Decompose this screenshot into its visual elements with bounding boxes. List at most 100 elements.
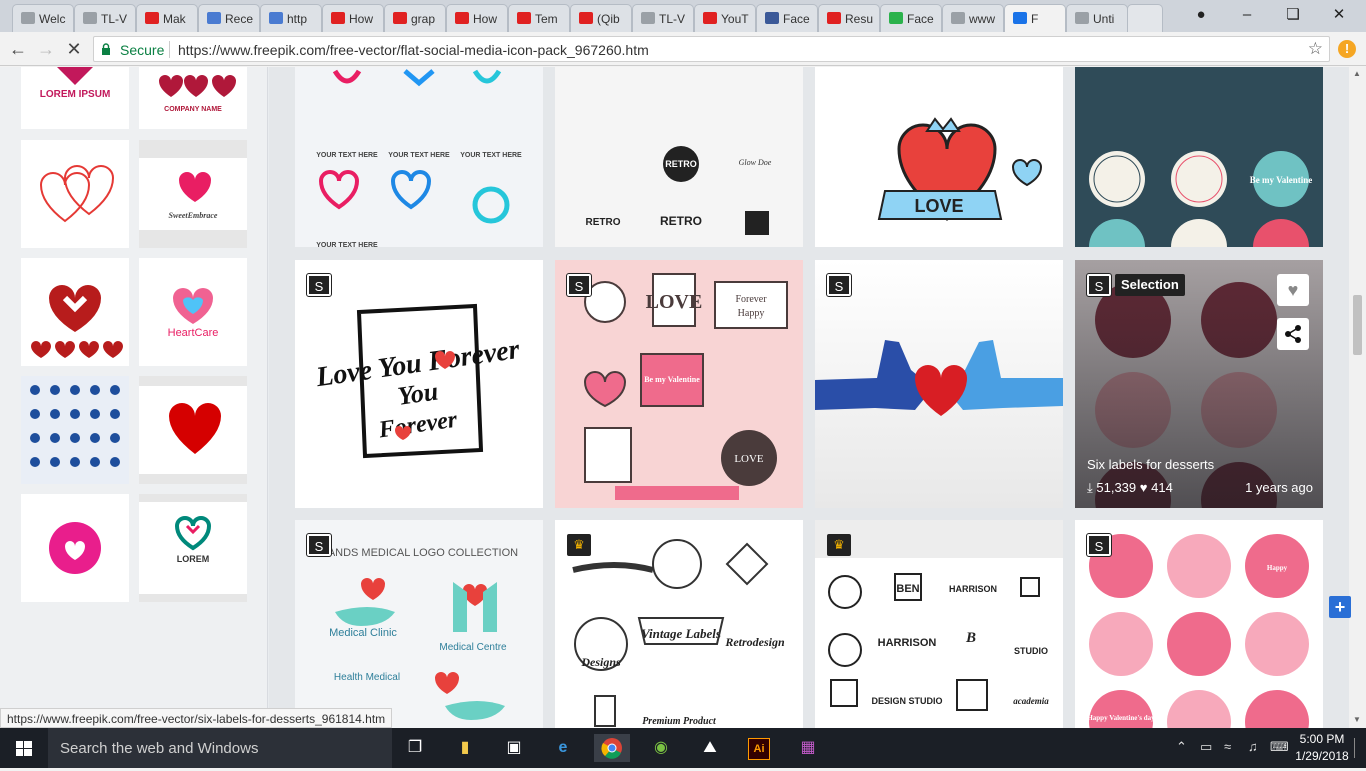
thumb-outline-hearts[interactable] [21, 140, 129, 248]
taskbar-search[interactable]: Search the web and Windows [48, 728, 392, 768]
browser-tab[interactable]: Unti [1066, 4, 1128, 32]
tab-label: TL-V [101, 12, 128, 26]
selection-badge-icon: S [566, 273, 592, 297]
battery-icon[interactable]: ▭ [1200, 739, 1212, 755]
tray-up-arrow-icon[interactable]: ⌃ [1176, 739, 1187, 755]
add-to-collection-button[interactable]: + [1329, 596, 1351, 618]
browser-tab[interactable]: grap [384, 4, 446, 32]
browser-tab[interactable]: (Qib [570, 4, 632, 32]
tab-label: Face [783, 12, 810, 26]
browser-tab[interactable]: YouT [694, 4, 756, 32]
tab-label: F [1031, 12, 1039, 26]
browser-tab[interactable]: TL-V [632, 4, 694, 32]
thumb-company-hearts[interactable]: COMPANY NAME [139, 67, 247, 129]
task-view-icon[interactable]: ❐ [397, 734, 433, 762]
tab-label: http [287, 12, 308, 26]
keyboard-icon[interactable]: ⌨ [1270, 739, 1289, 755]
card-love-heart[interactable]: LOVE [815, 67, 1063, 247]
thumb-icon-grid[interactable] [21, 376, 129, 484]
user-icon[interactable]: ● [1178, 0, 1224, 30]
thumb-lorem-logo[interactable]: LOREM [139, 494, 247, 602]
card-caption: Be my Valentine [644, 375, 700, 384]
share-button[interactable] [1277, 318, 1309, 350]
edge-icon[interactable]: e [545, 734, 581, 762]
page-scrollbar[interactable]: ▲ ▼ [1349, 67, 1366, 728]
card-heart-logos[interactable]: YOUR TEXT HERE YOUR TEXT HERE YOUR TEXT … [295, 67, 543, 247]
card-love-you-forever[interactable]: S Love You Forever You Forever [295, 260, 543, 508]
browser-tab[interactable]: TL-V [74, 4, 136, 32]
card-vintage-labels[interactable]: ♛ Vintage Labels Retrodesign Designs Pre… [555, 520, 803, 728]
browser-tab[interactable]: Welc [12, 4, 74, 32]
resource-title[interactable]: Six labels for desserts [1087, 457, 1214, 472]
maximize-button[interactable]: ❏ [1270, 0, 1316, 30]
action-center-icon[interactable] [1354, 738, 1364, 758]
browser-tab[interactable]: http [260, 4, 322, 32]
card-hands-heart[interactable]: S [815, 260, 1063, 508]
thumb-label: HeartCare [168, 327, 219, 339]
back-button[interactable]: ← [6, 38, 30, 60]
forward-button[interactable]: → [34, 38, 58, 60]
thumb-heartcare[interactable]: HeartCare [139, 258, 247, 366]
browser-tab[interactable]: Resu [818, 4, 880, 32]
tab-label: How [349, 12, 374, 26]
browser-tab[interactable]: Face [880, 4, 942, 32]
store-icon[interactable]: ▣ [496, 734, 532, 762]
svg-text:Glow Doe: Glow Doe [739, 158, 772, 167]
thumb-lorem-ipsum[interactable]: LOREM IPSUM [21, 67, 129, 129]
card-valentine-stickers[interactable]: S LOVE Forever Happy Be my Valentine LOV… [555, 260, 803, 508]
scrollbar-thumb[interactable] [1353, 295, 1362, 355]
browser-tab[interactable]: Tem [508, 4, 570, 32]
facebook-icon [765, 12, 779, 24]
scroll-down-icon[interactable]: ▼ [1353, 715, 1361, 724]
scroll-up-icon[interactable]: ▲ [1353, 69, 1361, 78]
card-harrison-logos[interactable]: ♛ BEN HARRISON HARRISON B STUDIO DESIGN … [815, 520, 1063, 728]
winrar-icon[interactable]: ▦ [790, 734, 826, 762]
tab-label: TL-V [659, 12, 686, 26]
tab-label: www [969, 12, 995, 26]
youtube-icon [145, 12, 159, 24]
start-button[interactable] [0, 728, 48, 768]
card-six-labels-desserts[interactable]: S Selection ♥ Six labels for desserts ⤓ … [1075, 260, 1323, 508]
windows-taskbar: Search the web and Windows ❐ ▮ ▣ e ◉ ⛰ A… [0, 728, 1366, 768]
selection-tooltip: Selection [1115, 274, 1185, 296]
card-caption: Happy Valentine's day [1087, 714, 1155, 722]
download-count: 51,339 [1096, 480, 1137, 495]
selection-badge-icon: S [306, 533, 332, 557]
wifi-icon[interactable]: ≈ [1224, 739, 1231, 754]
browser-tab[interactable]: www [942, 4, 1004, 32]
chrome-icon[interactable] [594, 734, 630, 762]
photos-icon[interactable]: ⛰ [692, 734, 728, 762]
browser-tab[interactable]: How [446, 4, 508, 32]
card-valentine-badges[interactable]: Be my Valentine [1075, 67, 1323, 247]
browser-tab[interactable]: Mak [136, 4, 198, 32]
thumb-red-heart-logos[interactable] [21, 258, 129, 366]
bookmark-star-icon[interactable]: ☆ [1308, 39, 1323, 59]
illustrator-icon[interactable]: Ai [741, 734, 777, 762]
card-hands-medical[interactable]: S HANDS MEDICAL LOGO COLLECTION Medical … [295, 520, 543, 728]
close-window-button[interactable]: ✕ [1316, 0, 1362, 30]
card-caption: RETRO [586, 217, 621, 228]
card-retro-logos[interactable]: RETRO Glow Doe RETRO RETRO [555, 67, 803, 247]
card-valentine-pink-badges[interactable]: S Happy Happy Valentine's day [1075, 520, 1323, 728]
browser-tab[interactable]: Rece [198, 4, 260, 32]
browser-tab[interactable]: How [322, 4, 384, 32]
file-explorer-icon[interactable]: ▮ [447, 734, 483, 762]
selection-badge-icon: S [826, 273, 852, 297]
clock[interactable]: 5:00 PM 1/29/2018 [1290, 731, 1354, 765]
page-icon [21, 12, 35, 24]
thumb-red-heart[interactable] [139, 376, 247, 484]
thumb-sweet-embrace[interactable]: SweetEmbrace [139, 140, 247, 248]
globe-app-icon[interactable]: ◉ [643, 734, 679, 762]
new-tab-button[interactable] [1127, 4, 1163, 32]
browser-tab[interactable]: F [1004, 4, 1066, 32]
svg-text:Happy: Happy [1267, 564, 1288, 572]
like-button[interactable]: ♥ [1277, 274, 1309, 306]
stop-loading-button[interactable]: ✕ [62, 38, 86, 60]
browser-tab[interactable]: Face [756, 4, 818, 32]
volume-icon[interactable]: ♫ [1248, 739, 1258, 754]
thumb-magenta-circle[interactable] [21, 494, 129, 602]
address-bar[interactable]: Secure https://www.freepik.com/free-vect… [93, 36, 1330, 62]
url-text[interactable]: https://www.freepik.com/free-vector/flat… [178, 42, 649, 58]
chrome-menu-update-icon[interactable]: ! [1338, 40, 1356, 58]
minimize-button[interactable]: – [1224, 0, 1270, 30]
